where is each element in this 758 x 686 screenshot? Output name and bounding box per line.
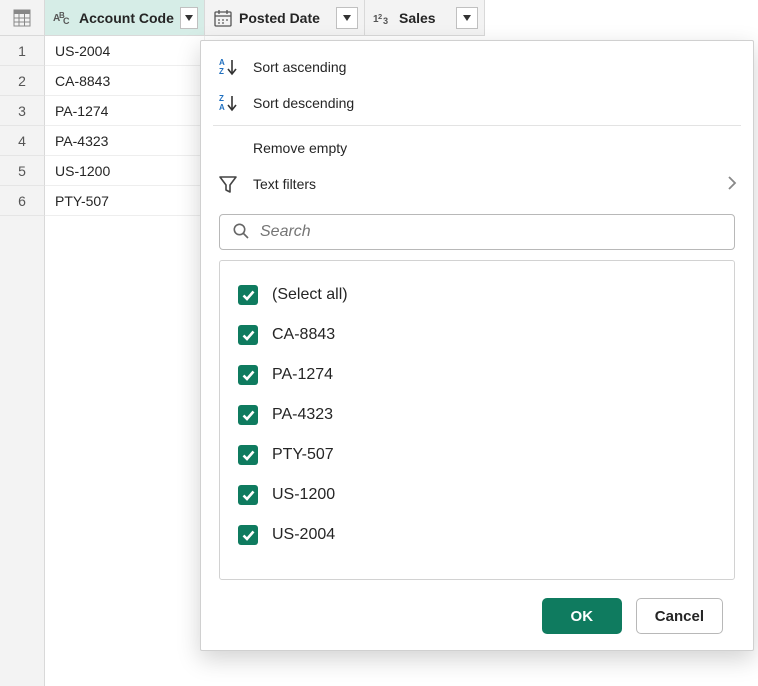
filter-value-label: (Select all) [272, 286, 348, 304]
filter-dropdown-button[interactable] [456, 7, 478, 29]
filter-value-label: CA-8843 [272, 326, 335, 344]
menu-label: Sort descending [253, 95, 354, 111]
column-header-posted-date[interactable]: Posted Date [205, 0, 365, 36]
checkbox[interactable] [238, 485, 258, 505]
filter-value-row[interactable]: CA-8843 [238, 315, 716, 355]
cell-account-code[interactable]: CA-8843 [45, 66, 205, 96]
filter-search-input[interactable] [260, 223, 722, 241]
checkbox[interactable] [238, 285, 258, 305]
row-number[interactable]: 4 [0, 126, 45, 156]
svg-text:C: C [63, 16, 70, 26]
svg-text:2: 2 [378, 11, 382, 20]
select-all-cell[interactable] [0, 0, 45, 36]
menu-separator [213, 125, 741, 126]
filter-value-label: PA-4323 [272, 406, 333, 424]
filter-value-row[interactable]: PA-4323 [238, 395, 716, 435]
filter-value-row[interactable]: PA-1274 [238, 355, 716, 395]
filter-value-row[interactable]: US-2004 [238, 515, 716, 555]
checkbox[interactable] [238, 325, 258, 345]
row-number[interactable]: 2 [0, 66, 45, 96]
filter-value-row[interactable]: US-1200 [238, 475, 716, 515]
filter-values-list: (Select all) CA-8843 PA-1274 PA-4323 PTY-507… [219, 260, 735, 580]
cell-account-code[interactable]: PA-1274 [45, 96, 205, 126]
filter-value-label: PTY-507 [272, 446, 334, 464]
sort-ascending-item[interactable]: AZ Sort ascending [201, 49, 753, 85]
checkbox[interactable] [238, 525, 258, 545]
column-label: Posted Date [239, 10, 320, 26]
filter-popover: AZ Sort ascending ZA Sort descending Rem… [200, 40, 754, 651]
svg-text:A: A [219, 58, 225, 67]
text-type-icon: ABC [53, 8, 73, 28]
row-number[interactable]: 5 [0, 156, 45, 186]
number-type-icon: 123 [373, 8, 393, 28]
sort-asc-icon: AZ [217, 57, 239, 77]
column-header-account-code[interactable]: ABC Account Code [45, 0, 205, 36]
cell-account-code[interactable]: US-1200 [45, 156, 205, 186]
svg-text:3: 3 [383, 15, 388, 25]
remove-empty-item[interactable]: Remove empty [201, 130, 753, 166]
filter-search-box[interactable] [219, 214, 735, 250]
row-number[interactable]: 6 [0, 186, 45, 216]
cell-account-code[interactable]: PTY-507 [45, 186, 205, 216]
cell-account-code[interactable]: PA-4323 [45, 126, 205, 156]
menu-label: Remove empty [253, 140, 347, 156]
checkbox[interactable] [238, 405, 258, 425]
filter-dropdown-button[interactable] [336, 7, 358, 29]
chevron-right-icon [727, 175, 737, 194]
filter-value-label: PA-1274 [272, 366, 333, 384]
row-number[interactable]: 3 [0, 96, 45, 126]
column-label: Sales [399, 10, 436, 26]
svg-text:Z: Z [219, 67, 224, 76]
grid-header: ABC Account Code Posted Date 123 Sales [0, 0, 758, 36]
row-number[interactable]: 1 [0, 36, 45, 66]
date-type-icon [213, 8, 233, 28]
cell-account-code[interactable]: US-2004 [45, 36, 205, 66]
filter-value-label: US-1200 [272, 486, 335, 504]
filter-icon [217, 174, 239, 194]
text-filters-item[interactable]: Text filters [201, 166, 753, 202]
filter-value-row[interactable]: PTY-507 [238, 435, 716, 475]
checkbox[interactable] [238, 365, 258, 385]
menu-label: Text filters [253, 176, 316, 192]
sort-desc-icon: ZA [217, 93, 239, 113]
filter-dropdown-button[interactable] [180, 7, 198, 29]
sort-descending-item[interactable]: ZA Sort descending [201, 85, 753, 121]
ok-button[interactable]: OK [542, 598, 622, 634]
cancel-button[interactable]: Cancel [636, 598, 723, 634]
svg-text:Z: Z [219, 94, 224, 103]
search-icon [232, 222, 250, 243]
filter-value-row[interactable]: (Select all) [238, 275, 716, 315]
checkbox[interactable] [238, 445, 258, 465]
column-label: Account Code [79, 10, 174, 26]
menu-label: Sort ascending [253, 59, 346, 75]
svg-text:A: A [219, 103, 225, 112]
column-header-sales[interactable]: 123 Sales [365, 0, 485, 36]
filter-value-label: US-2004 [272, 526, 335, 544]
